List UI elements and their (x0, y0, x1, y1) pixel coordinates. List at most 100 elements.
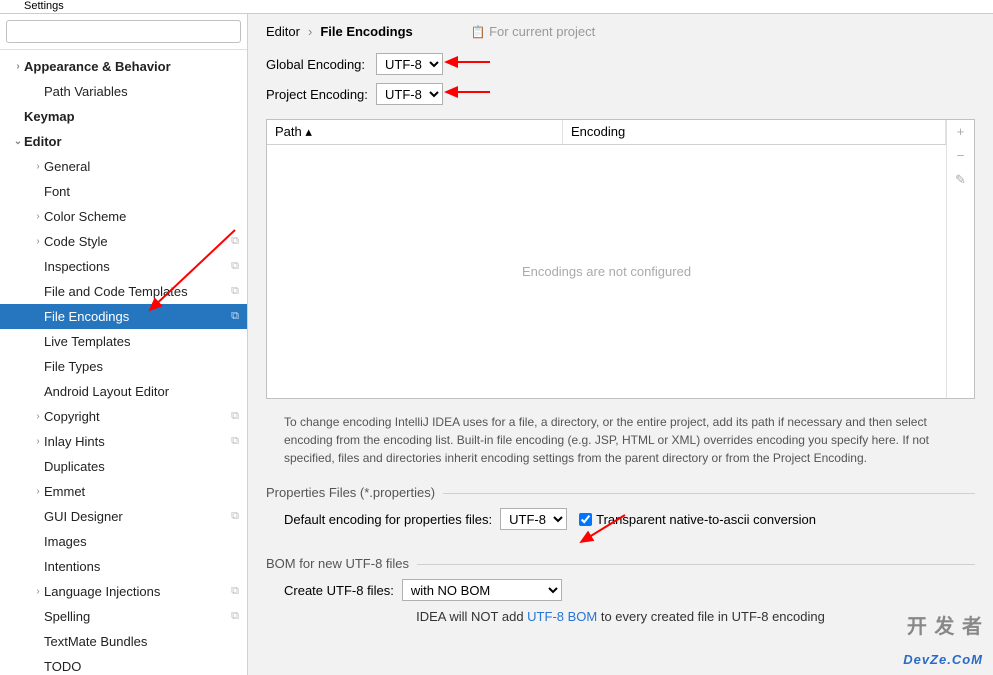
sidebar: 🔍 ›Appearance & BehaviorPath VariablesKe… (0, 14, 248, 675)
breadcrumb-current: File Encodings (320, 24, 412, 39)
tree-item-label: Copyright (44, 409, 231, 424)
table-empty-message: Encodings are not configured (267, 145, 946, 398)
content-panel: Editor › File Encodings 📋 For current pr… (248, 14, 993, 675)
properties-files-group: Properties Files (*.properties) Default … (266, 485, 975, 538)
tree-item-label: Path Variables (44, 84, 247, 99)
tree-item-label: File and Code Templates (44, 284, 231, 299)
project-scope-icon: ⧉ (231, 585, 239, 598)
chevron-icon: ⌄ (12, 136, 24, 147)
transparent-ascii-checkbox[interactable] (579, 513, 592, 526)
tree-item-textmate-bundles[interactable]: TextMate Bundles (0, 629, 247, 654)
tree-item-editor[interactable]: ⌄Editor (0, 129, 247, 154)
tree-item-duplicates[interactable]: Duplicates (0, 454, 247, 479)
tree-item-label: Editor (24, 134, 247, 149)
tree-item-label: General (44, 159, 247, 174)
column-path[interactable]: Path ▴ (267, 120, 563, 144)
create-utf8-select[interactable]: with NO BOM (402, 579, 562, 601)
tree-item-label: Emmet (44, 484, 247, 499)
chevron-icon: › (12, 61, 24, 72)
tree-item-label: Inspections (44, 259, 231, 274)
chevron-icon: › (32, 586, 44, 597)
remove-button[interactable]: − (947, 144, 974, 168)
tree-item-label: Language Injections (44, 584, 231, 599)
utf8-bom-link[interactable]: UTF-8 BOM (527, 609, 597, 624)
tree-item-label: Inlay Hints (44, 434, 231, 449)
global-encoding-label: Global Encoding: (266, 57, 376, 72)
tree-item-color-scheme[interactable]: ›Color Scheme (0, 204, 247, 229)
tree-item-emmet[interactable]: ›Emmet (0, 479, 247, 504)
project-encoding-select[interactable]: UTF-8 (376, 83, 443, 105)
tree-item-font[interactable]: Font (0, 179, 247, 204)
tree-item-label: Android Layout Editor (44, 384, 247, 399)
tree-item-file-types[interactable]: File Types (0, 354, 247, 379)
tree-item-label: Font (44, 184, 247, 199)
tree-item-spelling[interactable]: Spelling⧉ (0, 604, 247, 629)
tree-item-label: Duplicates (44, 459, 247, 474)
search-input[interactable] (6, 20, 241, 43)
tree-item-label: GUI Designer (44, 509, 231, 524)
chevron-icon: › (32, 161, 44, 172)
add-button[interactable]: + (947, 120, 974, 144)
project-scope-icon: ⧉ (231, 235, 239, 248)
props-encoding-select[interactable]: UTF-8 (500, 508, 567, 530)
tree-item-path-variables[interactable]: Path Variables (0, 79, 247, 104)
tree-item-intentions[interactable]: Intentions (0, 554, 247, 579)
tree-item-todo[interactable]: TODO (0, 654, 247, 675)
tree-item-label: Color Scheme (44, 209, 247, 224)
chevron-icon: › (32, 211, 44, 222)
project-encoding-label: Project Encoding: (266, 87, 376, 102)
tree-item-code-style[interactable]: ›Code Style⧉ (0, 229, 247, 254)
settings-tree: ›Appearance & BehaviorPath VariablesKeym… (0, 50, 247, 675)
project-scope-icon: ⧉ (231, 510, 239, 523)
tree-item-inlay-hints[interactable]: ›Inlay Hints⧉ (0, 429, 247, 454)
tree-item-inspections[interactable]: Inspections⧉ (0, 254, 247, 279)
tree-item-copyright[interactable]: ›Copyright⧉ (0, 404, 247, 429)
props-encoding-label: Default encoding for properties files: (284, 512, 492, 527)
bom-note: IDEA will NOT add UTF-8 BOM to every cre… (266, 609, 975, 624)
window-title: Settings (0, 0, 993, 14)
project-scope-hint: 📋 For current project (471, 24, 595, 39)
chevron-icon: › (32, 411, 44, 422)
tree-item-label: File Types (44, 359, 247, 374)
tree-item-live-templates[interactable]: Live Templates (0, 329, 247, 354)
tree-item-android-layout-editor[interactable]: Android Layout Editor (0, 379, 247, 404)
tree-item-keymap[interactable]: Keymap (0, 104, 247, 129)
encodings-table: Path ▴ Encoding Encodings are not config… (266, 119, 975, 399)
tree-item-label: Spelling (44, 609, 231, 624)
tree-item-images[interactable]: Images (0, 529, 247, 554)
tree-item-label: Intentions (44, 559, 247, 574)
project-scope-icon: ⧉ (231, 285, 239, 298)
project-scope-icon: ⧉ (231, 310, 239, 323)
bom-group: BOM for new UTF-8 files Create UTF-8 fil… (266, 556, 975, 624)
transparent-ascii-label[interactable]: Transparent native-to-ascii conversion (596, 512, 816, 527)
tree-item-label: File Encodings (44, 309, 231, 324)
tree-item-appearance-behavior[interactable]: ›Appearance & Behavior (0, 54, 247, 79)
help-text: To change encoding IntelliJ IDEA uses fo… (284, 413, 967, 467)
tree-item-file-encodings[interactable]: File Encodings⧉ (0, 304, 247, 329)
tree-item-label: Code Style (44, 234, 231, 249)
tree-item-file-and-code-templates[interactable]: File and Code Templates⧉ (0, 279, 247, 304)
create-utf8-label: Create UTF-8 files: (284, 583, 394, 598)
project-scope-icon: ⧉ (231, 260, 239, 273)
global-encoding-select[interactable]: UTF-8 (376, 53, 443, 75)
tree-item-gui-designer[interactable]: GUI Designer⧉ (0, 504, 247, 529)
project-scope-icon: ⧉ (231, 610, 239, 623)
breadcrumb: Editor › File Encodings 📋 For current pr… (266, 24, 975, 39)
column-encoding[interactable]: Encoding (563, 120, 946, 144)
tree-item-language-injections[interactable]: ›Language Injections⧉ (0, 579, 247, 604)
project-scope-icon: ⧉ (231, 410, 239, 423)
tree-item-label: Images (44, 534, 247, 549)
chevron-icon: › (32, 436, 44, 447)
edit-button[interactable]: ✎ (947, 168, 974, 192)
breadcrumb-parent[interactable]: Editor (266, 24, 300, 39)
project-scope-icon: ⧉ (231, 435, 239, 448)
chevron-right-icon: › (308, 24, 312, 39)
tree-item-label: Live Templates (44, 334, 247, 349)
tree-item-label: TODO (44, 659, 247, 674)
watermark: 开 发 者 DevZe.CoM (903, 610, 983, 671)
chevron-icon: › (32, 236, 44, 247)
chevron-icon: › (32, 486, 44, 497)
tree-item-label: Keymap (24, 109, 247, 124)
tree-item-label: Appearance & Behavior (24, 59, 247, 74)
tree-item-general[interactable]: ›General (0, 154, 247, 179)
